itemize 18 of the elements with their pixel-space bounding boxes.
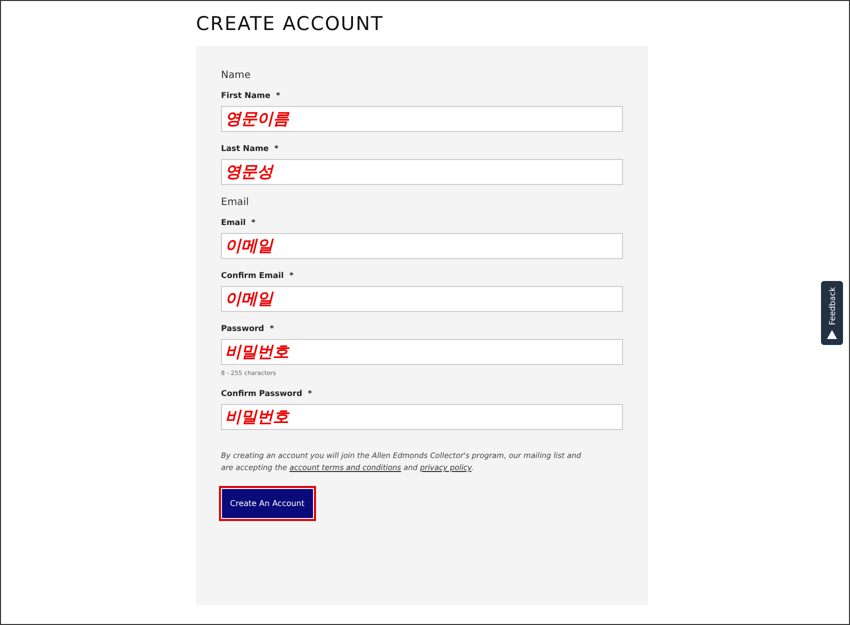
input-field[interactable]: 영문성 [221, 159, 623, 185]
feedback-tab[interactable]: Feedback [821, 281, 843, 345]
input-field[interactable]: 영문이름 [221, 106, 623, 132]
input-field[interactable]: 비밀번호 [221, 404, 623, 430]
field-label: Password * [221, 324, 275, 333]
field-label: Confirm Email * [221, 271, 294, 280]
input-field[interactable]: 이메일 [221, 233, 623, 259]
field-label: Email * [221, 218, 256, 227]
section-heading: Email [221, 197, 250, 208]
field-label: Confirm Password * [221, 389, 313, 398]
field-label: Last Name * [221, 144, 280, 153]
input-field[interactable]: 비밀번호 [221, 339, 623, 365]
input-field[interactable]: 이메일 [221, 286, 623, 312]
field-label: First Name * [221, 91, 282, 100]
create-account-button[interactable]: Create An Account [221, 488, 314, 519]
triangle-up-icon [827, 330, 837, 339]
page-title: CREATE ACCOUNT [196, 12, 385, 36]
section-heading: Name [221, 70, 252, 81]
